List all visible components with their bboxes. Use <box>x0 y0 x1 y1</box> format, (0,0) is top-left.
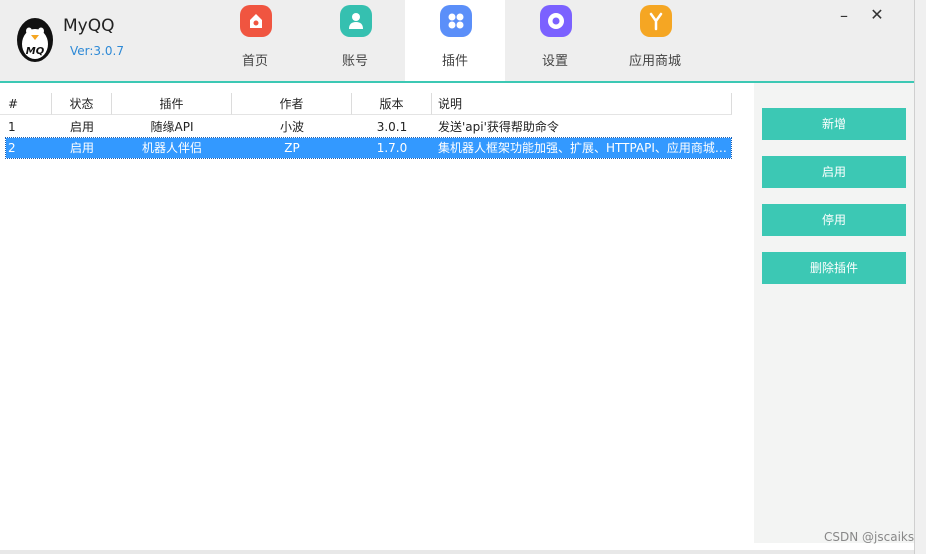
background-window-edge <box>914 0 926 554</box>
column-header-version[interactable]: 版本 <box>352 93 432 115</box>
add-plugin-button[interactable]: 新增 <box>762 108 906 140</box>
minimize-button[interactable]: – <box>834 6 854 26</box>
cell-description: 集机器人框架功能加强、扩展、HTTPAPI、应用商城… <box>438 141 727 155</box>
cell-version: 3.0.1 <box>376 120 408 134</box>
home-icon <box>240 5 272 37</box>
table-row[interactable]: 1 启用 随缘API 小波 3.0.1 发送'api'获得帮助命令 <box>6 117 731 137</box>
column-header-plugin[interactable]: 插件 <box>112 93 232 115</box>
tab-home[interactable]: 首页 <box>205 0 305 81</box>
enable-plugin-button[interactable]: 启用 <box>762 156 906 188</box>
cell-author: 小波 <box>279 120 304 134</box>
plugin-table: # 状态 插件 作者 版本 说明 1 启用 随缘API 小波 3.0.1 发送'… <box>0 83 752 550</box>
column-header-description[interactable]: 说明 <box>432 93 732 115</box>
cell-plugin: 机器人伴侣 <box>141 141 202 155</box>
main-window: MQ MyQQ Ver:3.0.7 首页 账号 插件 设置 应用商城 – ✕ #… <box>0 0 914 550</box>
plugin-grid-icon <box>440 5 472 37</box>
cell-number: 2 <box>8 141 16 155</box>
watermark: CSDN @jscaiks <box>824 530 915 544</box>
store-icon <box>640 5 672 37</box>
window-bottom-edge <box>0 550 914 554</box>
cell-version: 1.7.0 <box>376 141 408 155</box>
tab-label: 账号 <box>341 54 368 69</box>
cell-plugin: 随缘API <box>150 120 194 134</box>
tab-account[interactable]: 账号 <box>305 0 405 81</box>
cell-author: ZP <box>284 141 300 155</box>
app-title: MyQQ <box>63 16 115 36</box>
cell-number: 1 <box>8 120 16 134</box>
svg-text:MQ: MQ <box>26 46 45 57</box>
tab-label: 设置 <box>541 54 568 69</box>
delete-plugin-button[interactable]: 删除插件 <box>762 252 906 284</box>
cell-status: 启用 <box>69 120 94 134</box>
action-panel: 新增 启用 停用 删除插件 <box>754 83 914 543</box>
settings-icon <box>540 5 572 37</box>
app-version: Ver:3.0.7 <box>70 44 124 58</box>
tab-label: 应用商城 <box>628 54 681 69</box>
cell-status: 启用 <box>69 141 94 155</box>
app-logo: MQ <box>16 14 54 62</box>
user-icon <box>340 5 372 37</box>
tab-label: 插件 <box>441 54 468 69</box>
tab-settings[interactable]: 设置 <box>505 0 605 81</box>
close-button[interactable]: ✕ <box>866 5 888 27</box>
column-header-number[interactable]: # <box>0 93 52 115</box>
disable-plugin-button[interactable]: 停用 <box>762 204 906 236</box>
tab-label: 首页 <box>241 54 268 69</box>
cell-description: 发送'api'获得帮助命令 <box>438 120 559 134</box>
column-header-status[interactable]: 状态 <box>52 93 112 115</box>
tab-plugins[interactable]: 插件 <box>405 0 505 83</box>
column-header-author[interactable]: 作者 <box>232 93 352 115</box>
title-bar: MQ MyQQ Ver:3.0.7 首页 账号 插件 设置 应用商城 – ✕ <box>0 0 914 83</box>
table-row-selected[interactable]: 2 启用 机器人伴侣 ZP 1.7.0 集机器人框架功能加强、扩展、HTTPAP… <box>5 137 732 159</box>
tab-store[interactable]: 应用商城 <box>605 0 705 81</box>
